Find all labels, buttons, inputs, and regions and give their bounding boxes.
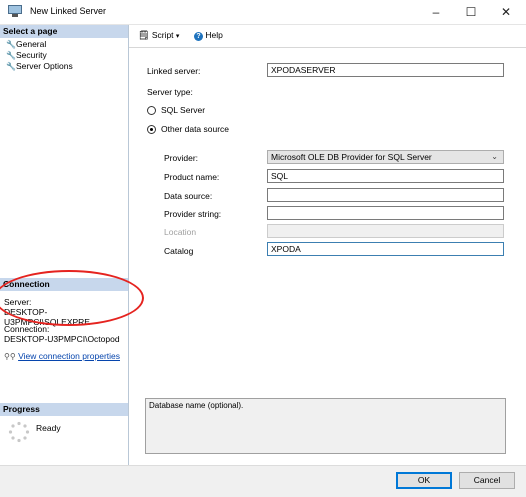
sql-server-radio-label: SQL Server bbox=[161, 105, 206, 115]
annotation-circle bbox=[0, 270, 144, 326]
select-page-header: Select a page bbox=[0, 25, 128, 38]
cancel-button[interactable]: Cancel bbox=[459, 472, 515, 489]
data-source-input[interactable] bbox=[267, 188, 504, 202]
window-title: New Linked Server bbox=[30, 6, 107, 16]
ok-button[interactable]: OK bbox=[396, 472, 452, 489]
chevron-down-icon: ▾ bbox=[175, 33, 180, 40]
data-source-label: Data source: bbox=[164, 191, 213, 201]
provider-label: Provider: bbox=[164, 153, 199, 163]
linked-server-input[interactable]: XPODASERVER bbox=[267, 63, 504, 77]
location-label: Location bbox=[164, 227, 197, 237]
wrench-icon: 🔧 bbox=[6, 40, 16, 49]
other-data-source-radio-label: Other data source bbox=[161, 124, 230, 134]
server-type-label: Server type: bbox=[147, 87, 193, 97]
wrench-icon: 🔧 bbox=[6, 51, 16, 60]
script-icon: 🗒 bbox=[138, 30, 150, 40]
page-item-security[interactable]: 🔧Security bbox=[6, 50, 47, 60]
maximize-button[interactable]: ☐ bbox=[451, 0, 491, 24]
location-input bbox=[267, 224, 504, 238]
view-connection-properties[interactable]: ⚲⚲ View connection properties bbox=[4, 351, 120, 361]
linked-server-label: Linked server: bbox=[147, 66, 201, 76]
sql-server-radio-circle[interactable] bbox=[147, 106, 156, 115]
description-box: Database name (optional). bbox=[145, 398, 506, 454]
toolbar: 🗒 Script ▾ ? Help bbox=[129, 25, 526, 48]
catalog-input[interactable]: XPODA bbox=[267, 242, 504, 256]
left-panel: Select a page 🔧General 🔧Security 🔧Server… bbox=[0, 25, 129, 465]
connection-label: Connection: bbox=[4, 324, 50, 334]
connection-value: DESKTOP-U3PMPCI\Octopod bbox=[4, 334, 120, 344]
product-name-label: Product name: bbox=[164, 172, 220, 182]
close-button[interactable]: ✕ bbox=[486, 0, 526, 24]
wrench-icon: 🔧 bbox=[6, 62, 16, 71]
view-connection-properties-link[interactable]: View connection properties bbox=[18, 351, 120, 361]
catalog-label: Catalog bbox=[164, 246, 194, 256]
page-item-general[interactable]: 🔧General bbox=[6, 39, 46, 49]
product-name-input[interactable]: SQL bbox=[267, 169, 504, 183]
progress-status: Ready bbox=[36, 423, 61, 433]
title-bar: New Linked Server – ☐ ✕ bbox=[0, 0, 526, 25]
script-button[interactable]: 🗒 Script ▾ bbox=[138, 30, 179, 41]
progress-spinner-icon bbox=[8, 421, 30, 443]
other-data-source-radio-circle[interactable] bbox=[147, 125, 156, 134]
provider-string-label: Provider string: bbox=[164, 209, 222, 219]
provider-dropdown[interactable]: Microsoft OLE DB Provider for SQL Server… bbox=[267, 150, 504, 164]
progress-header: Progress bbox=[0, 403, 128, 416]
page-item-server-options[interactable]: 🔧Server Options bbox=[6, 61, 73, 71]
chevron-down-icon: ⌄ bbox=[491, 152, 498, 161]
connection-properties-icon: ⚲⚲ bbox=[4, 352, 16, 361]
linked-server-app-icon bbox=[8, 5, 22, 17]
minimize-button[interactable]: – bbox=[416, 0, 456, 24]
provider-string-input[interactable] bbox=[267, 206, 504, 220]
help-icon: ? bbox=[194, 32, 203, 41]
help-button[interactable]: ? Help bbox=[194, 30, 223, 41]
